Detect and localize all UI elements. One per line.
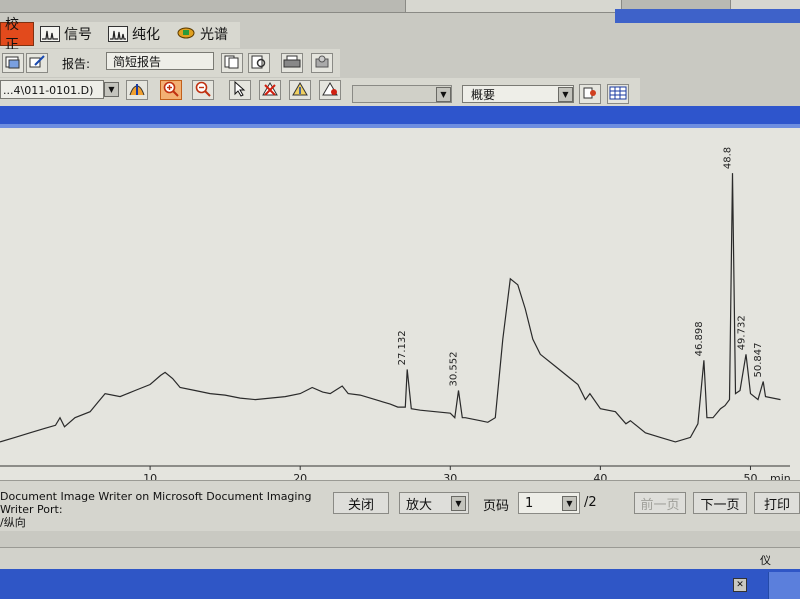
top-blue-bar xyxy=(615,9,800,23)
window-title-bar xyxy=(0,106,800,124)
tab-label: 校正 xyxy=(5,17,19,53)
x-tick-label: 50 xyxy=(743,472,757,480)
peak-label: 50.847 xyxy=(753,342,764,377)
table-button[interactable] xyxy=(607,84,629,104)
setup-icon xyxy=(314,55,330,72)
x-tick-label: 20 xyxy=(293,472,307,480)
preview-button[interactable] xyxy=(221,53,243,73)
compound-dropdown-button[interactable]: ▼ xyxy=(436,87,451,102)
tab-calibrate[interactable]: 校正 xyxy=(0,17,34,53)
peak-label: 27.132 xyxy=(397,330,408,365)
report-icon xyxy=(5,55,21,72)
split-peak-button[interactable] xyxy=(319,80,341,100)
table-icon xyxy=(609,86,627,103)
zoom-in-icon xyxy=(163,81,179,100)
purify-icon xyxy=(108,26,128,42)
peak-label: 46.898 xyxy=(694,321,705,356)
tab-label: 信号 xyxy=(64,27,92,43)
zoom-out-button[interactable] xyxy=(192,80,214,100)
zoom-in-button[interactable] xyxy=(160,80,182,100)
close-icon: ✕ xyxy=(736,580,744,590)
status-bar xyxy=(0,547,800,570)
peak-label: 30.552 xyxy=(449,352,460,387)
chevron-down-icon: ▼ xyxy=(562,90,569,99)
tab-label: 光谱 xyxy=(200,27,228,43)
pointer-icon xyxy=(233,80,247,100)
spectrum-icon xyxy=(176,24,196,44)
taskbar-close-button[interactable]: ✕ xyxy=(733,578,747,592)
printer-orientation: /纵向 xyxy=(0,516,26,529)
x-tick-label: 30 xyxy=(443,472,457,480)
tab-purify[interactable]: 纯化 xyxy=(104,22,168,46)
file-dropdown-button[interactable]: ▼ xyxy=(104,82,119,97)
report-label: 报告: xyxy=(62,57,91,71)
tab-label: 纯化 xyxy=(132,27,160,43)
zoom-out-icon xyxy=(195,81,211,100)
setup-button[interactable] xyxy=(311,53,333,73)
chevron-down-icon: ▼ xyxy=(108,85,115,94)
options-button[interactable] xyxy=(579,84,601,104)
printer-info: Document Image Writer on Microsoft Docum… xyxy=(0,490,330,529)
x-tick-label: 40 xyxy=(593,472,607,480)
select-button[interactable] xyxy=(229,80,251,100)
delete-peak-icon xyxy=(261,81,279,100)
peak-label: 48.8 xyxy=(722,147,733,169)
print-preview-icon xyxy=(251,55,267,72)
view-tabs: 校正 信号 纯化 光谱 xyxy=(0,17,240,53)
add-peak-button[interactable] xyxy=(289,80,311,100)
integrate-icon xyxy=(128,81,146,100)
add-peak-icon xyxy=(291,81,309,100)
edit-report-button[interactable] xyxy=(26,53,48,73)
page-select[interactable]: 1 ▼ xyxy=(518,492,580,514)
chromatogram-chart: 10 20 30 40 50 min 27.132 30.552 46.898 48.8 49.73… xyxy=(0,147,791,480)
print-preview-button[interactable] xyxy=(248,53,270,73)
tab-spectrum[interactable]: 光谱 xyxy=(172,22,238,46)
chevron-down-icon: ▼ xyxy=(562,495,577,511)
status-text: 仪 xyxy=(760,554,771,567)
x-unit-label: min xyxy=(770,472,791,480)
page-total: /2 xyxy=(584,495,597,510)
report-icon-button[interactable] xyxy=(2,53,24,73)
zoom-select[interactable]: 放大 ▼ xyxy=(399,492,469,514)
data-file-select[interactable]: ...4\011-0101.D) xyxy=(0,80,104,99)
chromatogram-panel: 10 20 30 40 50 min 27.132 30.552 46.898 48.8 49.73… xyxy=(0,128,800,481)
split-peak-icon xyxy=(321,81,339,100)
next-page-button[interactable]: 下一页 xyxy=(693,492,747,514)
peak-label: 49.732 xyxy=(736,315,747,350)
summary-dropdown-button[interactable]: ▼ xyxy=(558,87,573,102)
page-select-value: 1 xyxy=(525,495,534,511)
prev-page-button[interactable]: 前一页 xyxy=(634,492,686,514)
chromatogram-trace xyxy=(0,173,781,443)
system-tray xyxy=(768,572,800,599)
integrate-button[interactable] xyxy=(126,80,148,100)
pages-icon xyxy=(224,55,240,72)
delete-peak-button[interactable] xyxy=(259,80,281,100)
taskbar xyxy=(0,569,800,599)
printer-button[interactable] xyxy=(281,53,303,73)
chevron-down-icon: ▼ xyxy=(451,495,466,511)
x-tick-label: 10 xyxy=(143,472,157,480)
report-type-select[interactable]: 简短报告 xyxy=(106,52,214,70)
options-icon xyxy=(582,86,598,103)
printer-name: Document Image Writer on Microsoft Docum… xyxy=(0,490,312,516)
zoom-select-value: 放大 xyxy=(406,497,433,513)
edit-report-icon xyxy=(29,54,45,72)
print-button[interactable]: 打印 xyxy=(754,492,800,514)
close-button[interactable]: 关闭 xyxy=(333,492,389,514)
tab-signal[interactable]: 信号 xyxy=(36,22,98,46)
chevron-down-icon: ▼ xyxy=(440,90,447,99)
page-label: 页码 xyxy=(483,499,510,514)
signal-icon xyxy=(40,26,60,42)
top-strip-cell xyxy=(405,0,622,12)
printer-icon xyxy=(283,55,301,72)
